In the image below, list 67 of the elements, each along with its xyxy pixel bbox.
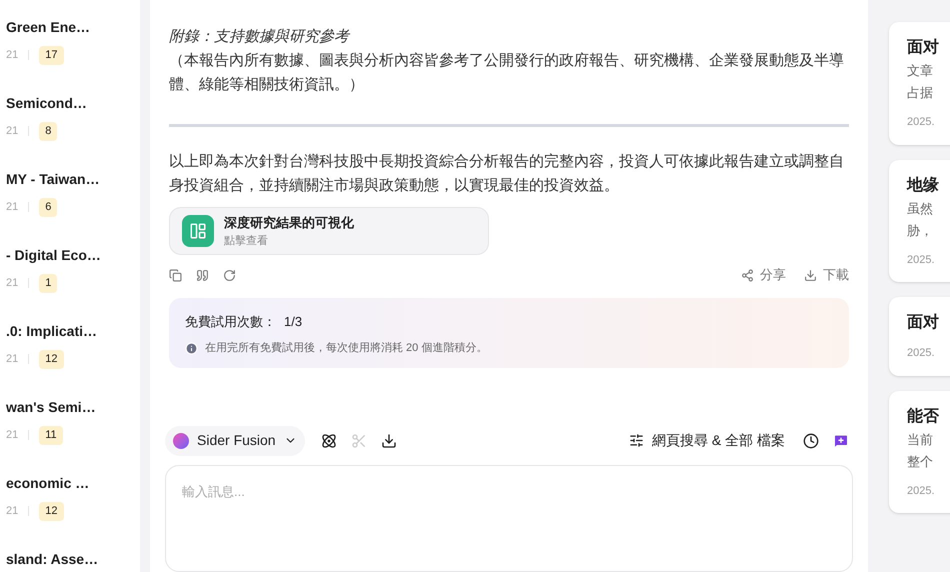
article-card[interactable]: 面对 2025.	[889, 297, 950, 376]
article-title: 地缘	[907, 176, 940, 196]
article-snippet: 整个	[907, 452, 934, 470]
copy-icon[interactable]	[169, 268, 182, 282]
history-title[interactable]: MY - Taiwan…	[6, 169, 140, 190]
quote-icon[interactable]	[196, 268, 209, 282]
visualization-card[interactable]: 深度研究結果的可視化 點擊查看	[169, 207, 489, 256]
article-card[interactable]: 面对 文章 占据 2025.	[889, 22, 950, 144]
info-icon	[185, 342, 198, 356]
model-logo-icon	[173, 432, 189, 449]
article-title: 面对	[907, 312, 940, 333]
history-title[interactable]: wan's Semi…	[6, 397, 140, 418]
history-title[interactable]: sland: Asse…	[6, 549, 140, 570]
article-date: 2025.	[907, 346, 936, 361]
card-subtitle: 點擊查看	[224, 234, 269, 249]
article-card[interactable]: 地缘 虽然 胁， 2025.	[889, 160, 950, 282]
search-scope-button[interactable]: 網頁搜尋 & 全部 檔案	[628, 430, 785, 452]
article-snippet: 文章	[907, 62, 934, 80]
message-count: 11	[39, 426, 63, 444]
history-date: 21	[6, 276, 18, 291]
history-title[interactable]: Semicond…	[6, 93, 140, 114]
new-chat-icon[interactable]	[833, 432, 849, 449]
message-count: 17	[39, 46, 64, 64]
article-snippet: 当前	[907, 430, 934, 448]
history-title[interactable]: economic …	[6, 473, 140, 494]
share-icon	[741, 268, 754, 282]
article-snippet: 虽然	[907, 200, 934, 218]
article-title: 面对	[907, 38, 940, 58]
card-title: 深度研究結果的可視化	[224, 214, 354, 232]
trial-count: 1/3	[284, 312, 302, 331]
article-title: 能否	[907, 406, 940, 426]
model-selector[interactable]: Sider Fusion	[165, 426, 305, 456]
history-date: 21	[6, 200, 18, 215]
history-date: 21	[6, 504, 18, 519]
message-input[interactable]: 輸入訊息...	[165, 464, 853, 572]
atom-icon[interactable]	[320, 432, 337, 449]
message-count: 12	[39, 350, 64, 368]
regenerate-icon[interactable]	[223, 268, 236, 282]
appendix-note: （本報告內所有數據、圖表與分析內容皆參考了公開發行的政府報告、研究機構、企業發展動態及半導體、綠能等相關技術資訊。）	[169, 51, 845, 95]
trial-note: 在用完所有免費試用後，每次使用將消耗 20 個進階積分。	[205, 340, 488, 356]
article-date: 2025.	[907, 252, 936, 268]
download-button[interactable]: 下載	[804, 265, 849, 285]
trial-label: 免費試用次數：	[185, 312, 276, 331]
download-icon	[804, 268, 817, 282]
appendix-title: 附錄：支持數據與研究參考	[169, 27, 352, 47]
history-title[interactable]: Green Ene…	[6, 17, 140, 38]
download-icon[interactable]	[380, 432, 397, 449]
history-date: 21	[6, 48, 18, 63]
sliders-icon	[628, 433, 644, 448]
message-count: 6	[39, 198, 58, 216]
layout-icon	[182, 215, 214, 248]
history-icon[interactable]	[803, 432, 819, 449]
conclusion-text: 以上即為本次針對台灣科技股中長期投資綜合分析報告的完整內容，投資人可依據此報告建立或調整自身投資組合，並持續關注市場與政策動態，以實現最佳的投資效益。	[169, 152, 845, 196]
history-date: 21	[6, 124, 18, 139]
message-count: 12	[39, 502, 64, 520]
history-date: 21	[6, 428, 18, 443]
message-count: 8	[39, 122, 58, 140]
article-snippet: 胁，	[907, 222, 934, 240]
article-date: 2025.	[907, 115, 936, 130]
article-snippet: 占据	[907, 84, 934, 102]
history-date: 21	[6, 352, 18, 367]
share-button[interactable]: 分享	[741, 265, 786, 285]
article-card[interactable]: 能否 当前 整个 2025.	[889, 390, 950, 513]
history-title[interactable]: - Digital Eco…	[6, 245, 140, 266]
message-count: 1	[39, 274, 58, 292]
history-title[interactable]: .0: Implicati…	[6, 321, 140, 342]
article-date: 2025.	[907, 484, 936, 498]
